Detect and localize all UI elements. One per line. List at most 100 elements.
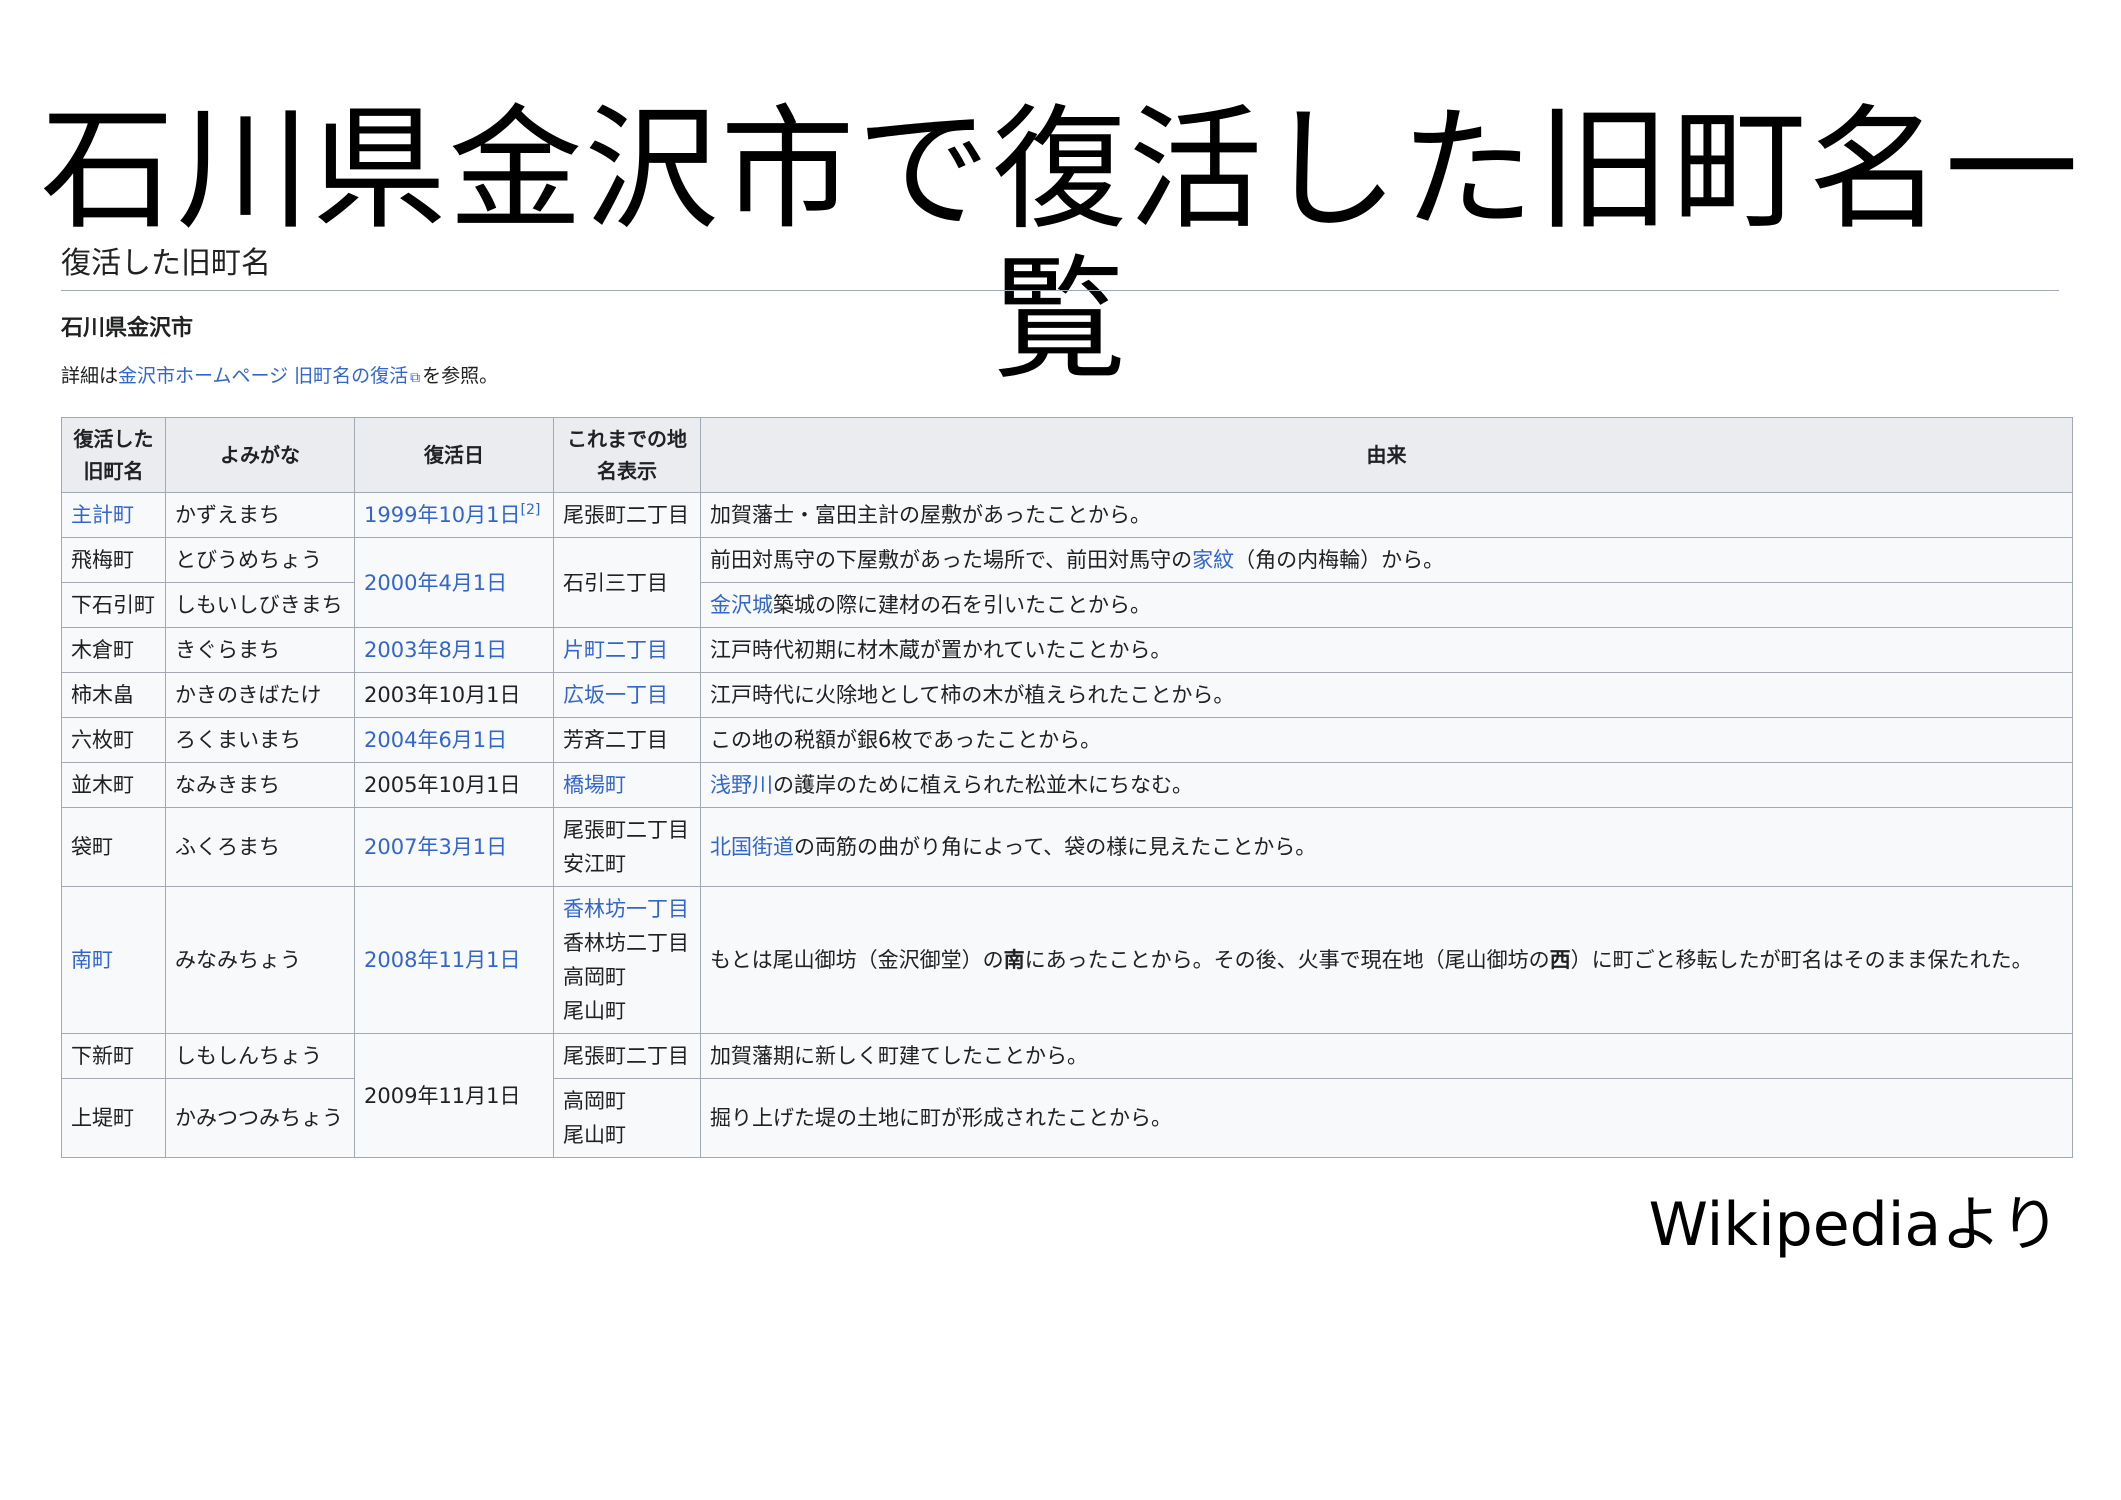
- previous-name-cell: 尾張町二丁目: [553, 492, 701, 538]
- origin-bold: 西: [1549, 948, 1571, 972]
- previous-name: 尾山町: [563, 1123, 626, 1147]
- origin-cell: 江戸時代に火除地として柿の木が植えられたことから。: [700, 672, 2073, 718]
- header-yomi: よみがな: [165, 417, 355, 493]
- previous-name-cell: 片町二丁目: [553, 627, 701, 673]
- previous-name-cell: 石引三丁目: [553, 537, 701, 628]
- previous-name-cell: 広坂一丁目: [553, 672, 701, 718]
- table-row: 飛梅町 とびうめちょう 2000年4月1日 石引三丁目 前田対馬守の下屋敷があっ…: [61, 537, 2073, 628]
- origin-cell: 北国街道の両筋の曲がり角によって、袋の様に見えたことから。: [700, 807, 2073, 887]
- previous-name: 安江町: [563, 852, 626, 876]
- previous-name-link[interactable]: 香林坊一丁目: [563, 892, 691, 926]
- yomi-cell: かみつつみちょう: [165, 1078, 355, 1158]
- town-name-cell: 六枚町: [61, 717, 166, 763]
- yomi-cell: ふくろまち: [165, 807, 355, 887]
- origin-cell: 前田対馬守の下屋敷があった場所で、前田対馬守の家紋（角の内梅輪）から。: [700, 537, 2073, 583]
- table-row: 木倉町 きぐらまち 2003年8月1日 片町二丁目 江戸時代初期に材木蔵が置かれ…: [61, 627, 2073, 673]
- town-name-link[interactable]: 主計町: [71, 503, 134, 527]
- table-row: 主計町 かずえまち 1999年10月1日[2] 尾張町二丁目 加賀藩士・富田主計…: [61, 492, 2073, 538]
- town-name-cell: 並木町: [61, 762, 166, 808]
- date-link[interactable]: 1999年10月1日: [364, 503, 521, 527]
- table-row: 袋町 ふくろまち 2007年3月1日 尾張町二丁目 安江町 北国街道の両筋の曲がり…: [61, 807, 2073, 887]
- origin-bold: 南: [1003, 948, 1025, 972]
- previous-name-link[interactable]: 広坂一丁目: [563, 683, 668, 707]
- origin-text: の両筋の曲がり角によって、袋の様に見えたことから。: [794, 835, 1317, 859]
- previous-name-cell: 尾張町二丁目 安江町: [553, 807, 701, 887]
- town-name-cell: 主計町: [61, 492, 166, 538]
- yomi-cell: しもしんちょう: [165, 1033, 355, 1079]
- town-name-cell: 下新町: [61, 1033, 166, 1079]
- header-previous: これまでの地名表示: [553, 417, 701, 493]
- previous-name-cell: 橋場町: [553, 762, 701, 808]
- previous-name-cell: 尾張町二丁目: [553, 1033, 701, 1079]
- table-header-row: 復活した旧町名 よみがな 復活日 これまでの地名表示 由来: [61, 417, 2073, 493]
- date-link[interactable]: 2004年6月1日: [364, 728, 507, 752]
- yomi-cell: かきのきばたけ: [165, 672, 355, 718]
- town-name-cell: 上堤町: [61, 1078, 166, 1158]
- yomi-cell: なみきまち: [165, 762, 355, 808]
- origin-link[interactable]: 家紋: [1192, 548, 1234, 572]
- date-link[interactable]: 2003年8月1日: [364, 638, 507, 662]
- town-name-table: 復活した旧町名 よみがな 復活日 これまでの地名表示 由来 主計町 かずえまち …: [61, 417, 2073, 1158]
- origin-cell: 加賀藩士・富田主計の屋敷があったことから。: [700, 492, 2073, 538]
- external-link-icon: ⧉: [410, 370, 421, 386]
- table-row: 下新町 しもしんちょう 2009年11月1日 尾張町二丁目 加賀藩期に新しく町建…: [61, 1033, 2073, 1158]
- previous-name-cell: 芳斉二丁目: [553, 717, 701, 763]
- city-homepage-link[interactable]: 金沢市ホームページ 旧町名の復活: [118, 365, 408, 387]
- date-cell: 2009年11月1日: [354, 1033, 554, 1158]
- town-name-cell: 柿木畠: [61, 672, 166, 718]
- previous-name: 尾張町二丁目: [563, 818, 689, 842]
- town-name-link[interactable]: 南町: [71, 948, 113, 972]
- town-name-cell: 飛梅町: [61, 537, 166, 583]
- note-suffix: を参照。: [422, 365, 499, 387]
- table-row: 並木町 なみきまち 2005年10月1日 橋場町 浅野川の護岸のために植えられた…: [61, 762, 2073, 808]
- section-heading: 復活した旧町名: [61, 242, 2059, 291]
- previous-name: 高岡町: [563, 965, 626, 989]
- previous-name-link[interactable]: 片町二丁目: [563, 638, 668, 662]
- header-date: 復活日: [354, 417, 554, 493]
- previous-name-link[interactable]: 橋場町: [563, 773, 626, 797]
- town-name-cell: 南町: [61, 886, 166, 1034]
- previous-name: 尾山町: [563, 999, 626, 1023]
- origin-cell: 浅野川の護岸のために植えられた松並木にちなむ。: [700, 762, 2073, 808]
- table-row: 南町 みなみちょう 2008年11月1日 香林坊一丁目 香林坊二丁目 高岡町 尾山町 …: [61, 886, 2073, 1034]
- origin-cell: 金沢城築城の際に建材の石を引いたことから。: [700, 582, 2073, 628]
- origin-link[interactable]: 北国街道: [710, 835, 794, 859]
- date-cell: 2003年8月1日: [354, 627, 554, 673]
- town-name-cell: 袋町: [61, 807, 166, 887]
- town-name-cell: 下石引町: [61, 582, 166, 628]
- yomi-cell: かずえまち: [165, 492, 355, 538]
- table-row: 柿木畠 かきのきばたけ 2003年10月1日 広坂一丁目 江戸時代に火除地として…: [61, 672, 2073, 718]
- origin-text: 築城の際に建材の石を引いたことから。: [773, 593, 1151, 617]
- origin-cell: 江戸時代初期に材木蔵が置かれていたことから。: [700, 627, 2073, 673]
- date-link[interactable]: 2000年4月1日: [364, 571, 507, 595]
- yomi-cell: みなみちょう: [165, 886, 355, 1034]
- date-cell: 2005年10月1日: [354, 762, 554, 808]
- date-cell: 2000年4月1日: [354, 537, 554, 628]
- origin-cell: この地の税額が銀6枚であったことから。: [700, 717, 2073, 763]
- date-cell: 1999年10月1日[2]: [354, 492, 554, 538]
- origin-text: 前田対馬守の下屋敷があった場所で、前田対馬守の: [710, 548, 1193, 572]
- origin-cell: 加賀藩期に新しく町建てしたことから。: [700, 1033, 2073, 1079]
- date-link[interactable]: 2008年11月1日: [364, 948, 521, 972]
- town-name-cell: 木倉町: [61, 627, 166, 673]
- date-cell: 2003年10月1日: [354, 672, 554, 718]
- yomi-cell: しもいしびきまち: [165, 582, 355, 628]
- origin-text: ）に町ごと移転したが町名はそのまま保たれた。: [1570, 948, 2033, 972]
- origin-link[interactable]: 浅野川: [710, 773, 773, 797]
- date-link[interactable]: 2007年3月1日: [364, 835, 507, 859]
- origin-link[interactable]: 金沢城: [710, 593, 773, 617]
- origin-cell: 掘り上げた堤の土地に町が形成されたことから。: [700, 1078, 2073, 1158]
- note-prefix: 詳細は: [61, 365, 119, 387]
- origin-text: にあったことから。その後、火事で現在地（尾山御坊の: [1024, 948, 1550, 972]
- origin-text: もとは尾山御坊（金沢御堂）の: [710, 948, 1004, 972]
- reference-link[interactable]: [2]: [521, 502, 541, 518]
- date-cell: 2007年3月1日: [354, 807, 554, 887]
- date-cell: 2004年6月1日: [354, 717, 554, 763]
- yomi-cell: きぐらまち: [165, 627, 355, 673]
- previous-name: 香林坊二丁目: [563, 931, 689, 955]
- origin-cell: もとは尾山御坊（金沢御堂）の南にあったことから。その後、火事で現在地（尾山御坊の…: [700, 886, 2073, 1034]
- yomi-cell: とびうめちょう: [165, 537, 355, 583]
- previous-name: 高岡町: [563, 1089, 626, 1113]
- header-name: 復活した旧町名: [61, 417, 166, 493]
- previous-name-cell: 高岡町 尾山町: [553, 1078, 701, 1158]
